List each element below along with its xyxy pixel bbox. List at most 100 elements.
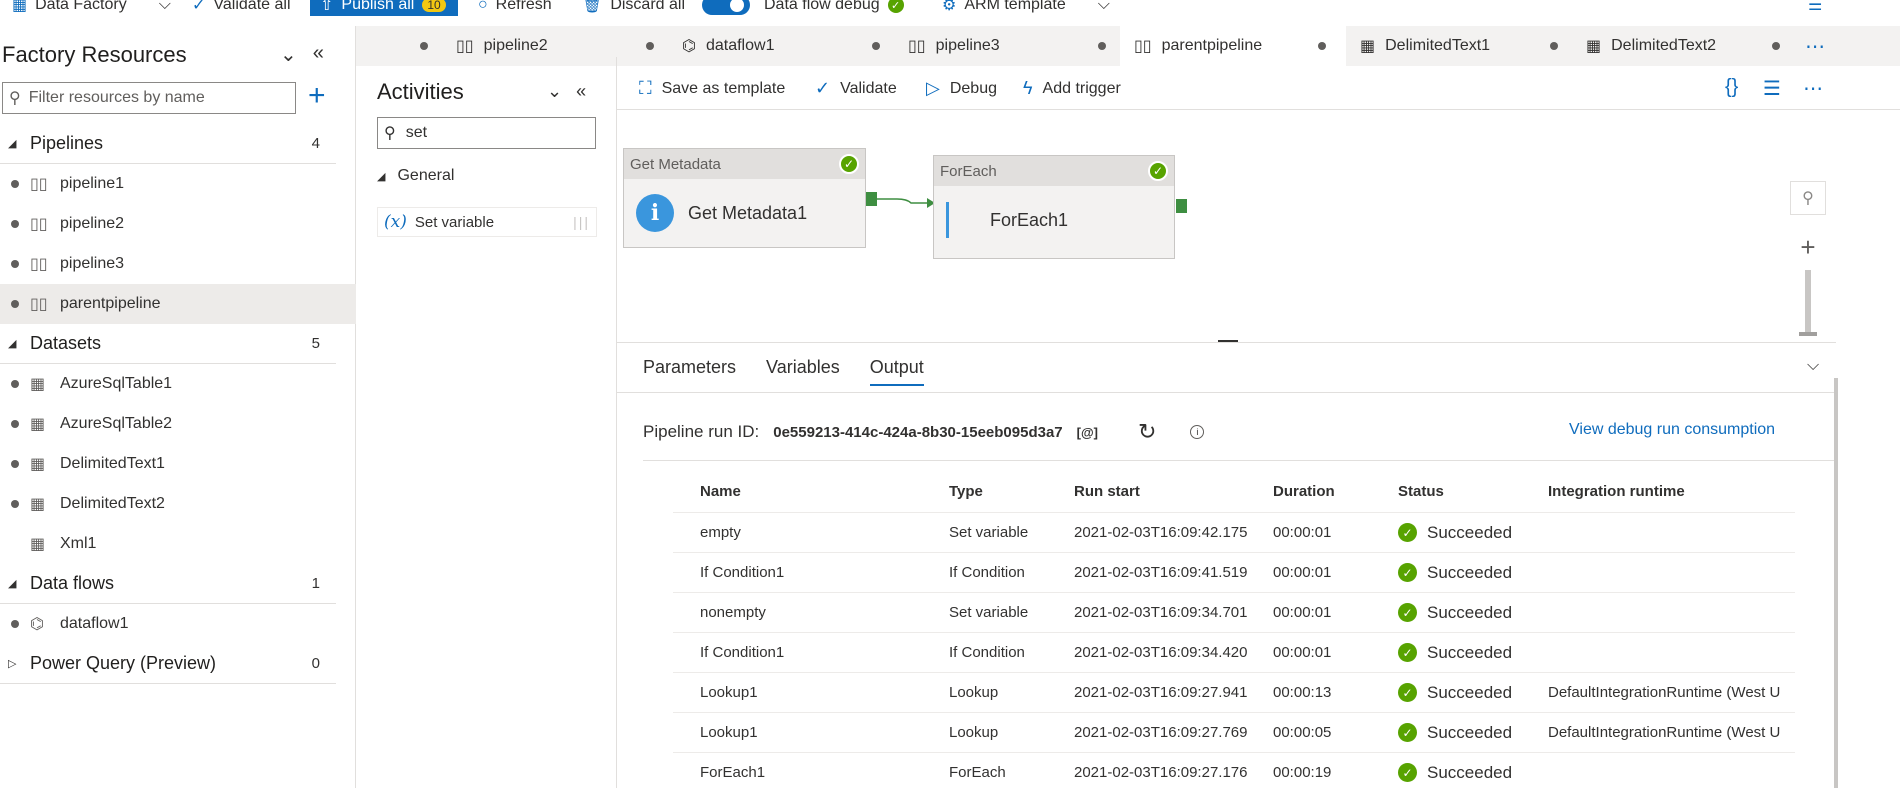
save-as-template-button[interactable]: ⛶ Save as template <box>639 78 785 99</box>
collapse-triangle-icon[interactable]: ◢ <box>8 577 16 590</box>
table-row[interactable]: Lookup1 Lookup 2021-02-03T16:09:27.941 00:0… <box>673 673 1795 713</box>
table-row[interactable]: If Condition1 If Condition 2021-02-03T16:0… <box>673 633 1795 673</box>
output-connector[interactable] <box>1176 199 1187 213</box>
chevron-down-icon[interactable]: ⌵ <box>159 0 171 14</box>
copy-icon[interactable]: [@] <box>1077 425 1098 440</box>
trash-icon: 🗑 <box>582 0 603 14</box>
chevron-down-icon[interactable]: ⌵ <box>1807 357 1819 375</box>
run-name[interactable]: If Condition1 <box>700 553 940 592</box>
dataflow-icon: ⌬ <box>30 616 44 633</box>
tree-item-xml1[interactable]: ▦ Xml1 <box>0 524 356 564</box>
factory-icon: ▦ <box>12 0 28 14</box>
more-options-icon[interactable]: ⋯ <box>1803 76 1823 101</box>
zoom-in-icon[interactable]: + <box>1790 230 1826 264</box>
section-datasets[interactable]: ◢ Datasets 5 <box>0 324 336 364</box>
collapse-panel-icon[interactable]: « <box>313 42 324 67</box>
arm-template-button[interactable]: ⚙ ARM template ⌵ <box>942 0 1110 16</box>
run-integration-runtime: DefaultIntegrationRuntime (West U <box>1548 724 1781 741</box>
table-row[interactable]: empty Set variable 2021-02-03T16:09:42.175… <box>673 513 1795 553</box>
section-dataflows[interactable]: ◢ Data flows 1 <box>0 564 336 604</box>
view-debug-consumption-link[interactable]: View debug run consumption <box>1569 421 1775 439</box>
node-get-metadata[interactable]: Get Metadata ✓ i Get Metadata1 <box>623 148 866 248</box>
section-power-query[interactable]: ▷ Power Query (Preview) 0 <box>0 644 336 684</box>
upload-icon: ⇧ <box>320 0 334 14</box>
tree-item-dataflow1[interactable]: ⌬ dataflow1 <box>0 604 356 644</box>
add-trigger-button[interactable]: ϟ Add trigger <box>1023 78 1121 99</box>
toggle-switch[interactable] <box>702 0 750 15</box>
table-row[interactable]: nonempty Set variable 2021-02-03T16:09:34.… <box>673 593 1795 633</box>
success-check-icon: ✓ <box>1398 763 1417 782</box>
pipeline-canvas[interactable]: Get Metadata ✓ i Get Metadata1 ForEach ✓… <box>617 111 1836 340</box>
zoom-search-icon[interactable]: ⚲ <box>1790 181 1826 215</box>
output-connector[interactable] <box>866 192 877 206</box>
more-tabs-icon[interactable]: ⋯ <box>1805 26 1825 66</box>
run-name[interactable]: ForEach1 <box>700 753 940 788</box>
run-status: ✓ Succeeded <box>1398 593 1548 632</box>
collapse-all-icon[interactable]: ⌄ <box>280 42 297 67</box>
tab-parameters[interactable]: Parameters <box>643 357 736 386</box>
list-icon[interactable]: ☰ <box>1808 0 1822 16</box>
tree-item-azuresqltable1[interactable]: ▦ AzureSqlTable1 <box>0 364 356 404</box>
code-braces-icon[interactable]: {} <box>1725 76 1738 99</box>
tree-item-pipeline1[interactable]: ▯▯ pipeline1 <box>0 164 356 204</box>
run-name[interactable]: Lookup1 <box>700 713 940 752</box>
foreach-icon <box>946 202 976 238</box>
table-row[interactable]: Lookup1 Lookup 2021-02-03T16:09:27.769 00:0… <box>673 713 1795 753</box>
filter-resources-input[interactable]: ⚲ Filter resources by name <box>2 82 296 114</box>
tab-output[interactable]: Output <box>869 357 924 386</box>
run-name[interactable]: empty <box>700 513 940 552</box>
tab-delimitedtext2[interactable]: ▦ DelimitedText2 <box>1572 26 1780 66</box>
drag-handle-icon[interactable]: ||| <box>573 214 590 230</box>
chevron-down-icon[interactable]: ⌵ <box>1098 0 1110 14</box>
run-name[interactable]: If Condition1 <box>700 633 940 672</box>
activity-set-variable[interactable]: (𝑥) Set variable ||| <box>377 207 597 237</box>
success-check-icon: ✓ <box>839 154 859 174</box>
dataflow-icon: ⌬ <box>682 38 696 55</box>
tab-dataflow1[interactable]: ⌬ dataflow1 <box>668 26 894 66</box>
publish-all-button[interactable]: ⇧ Publish all 10 <box>310 0 458 16</box>
success-check-icon: ✓ <box>1398 523 1417 542</box>
run-type: If Condition <box>949 644 1025 661</box>
add-resource-button[interactable]: + <box>308 80 326 112</box>
tree-item-azuresqltable2[interactable]: ▦ AzureSqlTable2 <box>0 404 356 444</box>
tab-variables[interactable]: Variables <box>766 357 840 386</box>
collapse-triangle-icon[interactable]: ◢ <box>8 337 16 350</box>
tree-item-parentpipeline[interactable]: ▯▯ parentpipeline <box>0 284 356 324</box>
data-flow-debug-toggle[interactable]: Data flow debug ✓ <box>702 0 904 16</box>
unsaved-dot <box>1550 42 1558 50</box>
node-foreach[interactable]: ForEach ✓ ForEach1 <box>933 155 1175 259</box>
refresh-icon[interactable]: ↻ <box>1138 419 1156 445</box>
run-duration: 00:00:01 <box>1273 564 1332 581</box>
collapse-triangle-icon[interactable]: ◢ <box>8 137 16 150</box>
tree-item-pipeline3[interactable]: ▯▯ pipeline3 <box>0 244 356 284</box>
validate-all-button[interactable]: ✓ Validate all <box>192 0 291 16</box>
scrollbar[interactable] <box>1834 378 1838 788</box>
validate-button[interactable]: ✓ Validate <box>815 78 897 99</box>
debug-button[interactable]: ▷ Debug <box>926 78 997 99</box>
publish-count-badge: 10 <box>422 0 446 12</box>
discard-all-button[interactable]: 🗑 Discard all <box>582 0 685 16</box>
tab-parentpipeline[interactable]: ▯▯ parentpipeline <box>1120 26 1346 66</box>
pipeline-icon: ▯▯ <box>456 38 474 55</box>
collapse-panel-icon[interactable]: « <box>576 81 586 102</box>
activities-search-input[interactable]: ⚲ set <box>377 117 596 149</box>
expand-triangle-icon[interactable]: ▷ <box>8 657 16 670</box>
table-row[interactable]: If Condition1 If Condition 2021-02-03T16:0… <box>673 553 1795 593</box>
properties-icon[interactable]: ☰ <box>1763 76 1781 101</box>
info-icon[interactable]: i <box>1190 425 1205 439</box>
run-name[interactable]: Lookup1 <box>700 673 940 712</box>
run-name[interactable]: nonempty <box>700 593 940 632</box>
collapse-all-icon[interactable]: ⌄ <box>547 81 562 102</box>
zoom-slider[interactable] <box>1799 270 1817 336</box>
refresh-button[interactable]: ○ Refresh <box>478 0 552 16</box>
tree-item-delimitedtext2[interactable]: ▦ DelimitedText2 <box>0 484 356 524</box>
section-pipelines[interactable]: ◢ Pipelines 4 <box>0 124 336 164</box>
tree-item-pipeline2[interactable]: ▯▯ pipeline2 <box>0 204 356 244</box>
activity-group-general[interactable]: ◢ General <box>377 167 454 185</box>
tree-item-delimitedtext1[interactable]: ▦ DelimitedText1 <box>0 444 356 484</box>
table-row[interactable]: ForEach1 ForEach 2021-02-03T16:09:27.176 00… <box>673 753 1795 788</box>
brand[interactable]: ▦ Data Factory ⌵ <box>12 0 171 16</box>
tab-delimitedtext1[interactable]: ▦ DelimitedText1 <box>1346 26 1572 66</box>
run-integration-runtime <box>1548 553 1795 592</box>
tab-pipeline3[interactable]: ▯▯ pipeline3 <box>894 26 1120 66</box>
